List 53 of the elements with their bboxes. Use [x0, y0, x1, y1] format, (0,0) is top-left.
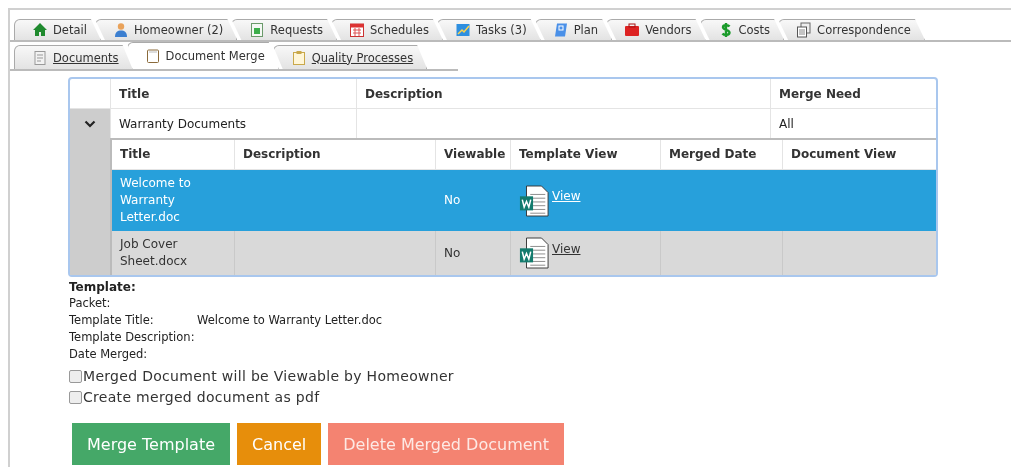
blueprint-icon	[552, 22, 569, 38]
tab[interactable]: Tasks (3)	[436, 19, 541, 40]
table-cell-text: Welcome to Warranty Letter.doc	[120, 175, 192, 226]
column-header: Document View	[782, 140, 936, 169]
tab[interactable]: Correspondence	[778, 19, 925, 40]
chevron-down-icon[interactable]	[84, 119, 96, 128]
column-header: Template View	[510, 140, 660, 169]
field-label: Packet:	[69, 295, 112, 312]
checkbox[interactable]	[69, 369, 82, 383]
column-header: Description	[356, 79, 770, 108]
table-cell: No	[444, 192, 461, 209]
column-header: Description	[234, 140, 435, 169]
toolbox-icon	[624, 22, 641, 38]
tab[interactable]: Plan	[534, 19, 613, 40]
chart-icon	[454, 22, 471, 38]
calendar-icon	[349, 22, 366, 38]
field-label: Date Merged:	[69, 346, 149, 363]
tab[interactable]: Costs	[699, 19, 785, 40]
page-icon	[32, 49, 48, 66]
clipboard-icon	[290, 49, 307, 66]
house-icon	[32, 22, 48, 38]
column-header: Title	[110, 79, 356, 108]
tab[interactable]: Document Merge	[126, 42, 279, 69]
person-icon	[112, 22, 129, 38]
column-header: Merged Date	[660, 140, 782, 169]
table-cell-text: Job Cover Sheet.docx	[120, 236, 189, 270]
spreadsheet-icon	[249, 22, 266, 38]
word-document-icon	[519, 237, 549, 269]
note-icon	[144, 48, 161, 64]
column-header: Title	[119, 146, 152, 163]
word-document-icon	[519, 184, 549, 217]
field-label: Template Description:	[69, 329, 196, 346]
column-header: Viewable	[435, 140, 510, 169]
field-value: Welcome to Warranty Letter.doc	[197, 312, 383, 329]
letters-icon	[796, 22, 813, 38]
tab[interactable]: Documents	[14, 45, 133, 69]
checkbox-label[interactable]: Merged Document will be Viewable by Homeowner	[83, 368, 454, 384]
tab[interactable]: Requests	[231, 19, 338, 40]
tab[interactable]: Detail	[14, 19, 101, 40]
table-cell: All	[779, 116, 794, 131]
checkbox-label[interactable]: Create merged document as pdf	[83, 389, 320, 405]
table-cell: Warranty Documents	[119, 116, 247, 131]
tab[interactable]: Homeowner (2)	[94, 19, 238, 40]
checkbox[interactable]	[69, 390, 82, 404]
table-cell: No	[444, 244, 461, 262]
field-label: Template Title:	[69, 312, 155, 329]
view-link[interactable]: View	[552, 240, 581, 258]
tab[interactable]: Quality Processes	[272, 45, 428, 69]
tab[interactable]: Vendors	[606, 19, 706, 40]
table-row[interactable]: Job Cover Sheet.docx No View	[112, 231, 936, 275]
section-heading: Template:	[69, 279, 137, 295]
tab[interactable]: Schedules	[331, 19, 443, 40]
column-header: Merge Need	[770, 79, 936, 108]
